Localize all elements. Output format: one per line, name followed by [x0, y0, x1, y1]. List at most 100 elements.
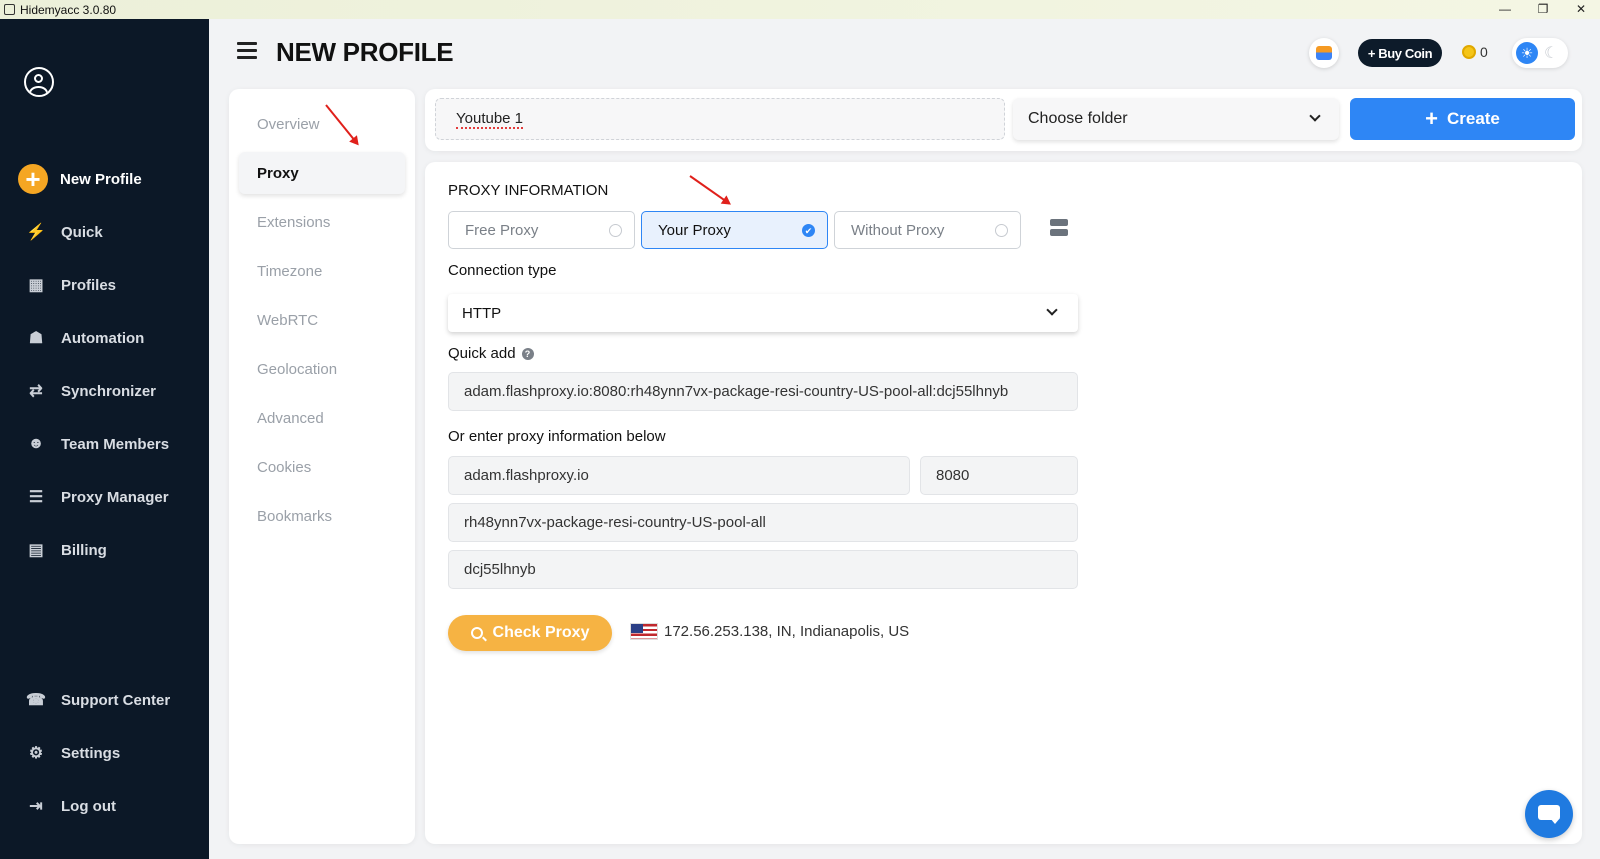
store-icon: [1316, 46, 1332, 60]
logout-icon: ⇥: [29, 798, 43, 815]
proxy-option-label: Your Proxy: [658, 221, 731, 239]
sidebar-item-label: Support Center: [61, 691, 171, 709]
sidebar: + New Profile ⚡ Quick ▦ Profiles ☗ Autom…: [0, 19, 209, 859]
close-button[interactable]: ✕: [1562, 0, 1600, 19]
sidebar-item-team-members[interactable]: ☻ Team Members: [0, 426, 209, 462]
search-icon: [470, 627, 483, 639]
sidebar-item-label: Settings: [61, 744, 121, 762]
proxy-option-without[interactable]: Without Proxy: [834, 211, 1021, 249]
tab-extensions[interactable]: Extensions: [239, 201, 405, 243]
proxy-check-result: 172.56.253.138, IN, Indianapolis, US: [630, 623, 909, 640]
radio-icon: [609, 224, 622, 237]
sidebar-item-label: Automation: [61, 329, 145, 347]
gear-icon: ⚙: [28, 745, 44, 762]
profile-name-value: Youtube 1: [456, 109, 524, 129]
profile-topbar: Youtube 1 Choose folder + Create: [425, 89, 1582, 151]
sidebar-item-log-out[interactable]: ⇥ Log out: [0, 788, 209, 824]
sidebar-item-quick[interactable]: ⚡ Quick: [0, 214, 209, 250]
sidebar-item-automation[interactable]: ☗ Automation: [0, 320, 209, 356]
connection-type-label: Connection type: [448, 262, 557, 279]
proxy-username-input[interactable]: rh48ynn7vx-package-resi-country-US-pool-…: [448, 503, 1078, 542]
proxy-option-free[interactable]: Free Proxy: [448, 211, 635, 249]
proxy-option-your[interactable]: Your Proxy ✔: [641, 211, 828, 249]
coin-balance: 0: [1462, 44, 1488, 60]
minimize-button[interactable]: —: [1486, 0, 1524, 19]
sidebar-item-synchronizer[interactable]: ⇄ Synchronizer: [0, 373, 209, 409]
sidebar-item-settings[interactable]: ⚙ Settings: [0, 735, 209, 771]
sidebar-item-profiles[interactable]: ▦ Profiles: [0, 267, 209, 303]
page-title: NEW PROFILE: [276, 37, 454, 67]
sidebar-item-label: Synchronizer: [61, 382, 157, 400]
tab-advanced[interactable]: Advanced: [239, 397, 405, 439]
quick-add-label-text: Quick add: [448, 345, 516, 362]
proxy-list-icon[interactable]: [1050, 219, 1068, 237]
plus-circle-icon: +: [18, 164, 48, 194]
connection-type-select[interactable]: HTTP: [448, 294, 1078, 332]
sync-icon: ⇄: [29, 383, 43, 400]
proxy-option-label: Without Proxy: [851, 221, 945, 239]
proxy-option-label: Free Proxy: [465, 221, 539, 239]
sidebar-item-label: Proxy Manager: [61, 488, 169, 506]
profile-name-input[interactable]: Youtube 1: [435, 98, 1005, 140]
hamburger-menu-icon[interactable]: [237, 42, 257, 60]
chat-support-button[interactable]: [1525, 790, 1573, 838]
tab-proxy[interactable]: Proxy: [239, 152, 405, 194]
folder-select[interactable]: Choose folder: [1013, 98, 1339, 140]
sidebar-item-label: Team Members: [61, 435, 170, 453]
moon-icon[interactable]: ☾: [1544, 43, 1558, 63]
tab-overview[interactable]: Overview: [239, 103, 405, 145]
user-avatar-icon[interactable]: [24, 67, 54, 97]
coin-icon: [1462, 45, 1476, 59]
help-icon[interactable]: ?: [521, 348, 534, 361]
section-title: PROXY INFORMATION: [448, 182, 609, 199]
chevron-down-icon: [1046, 304, 1058, 316]
manual-entry-label: Or enter proxy information below: [448, 428, 666, 445]
proxy-host-input[interactable]: adam.flashproxy.io: [448, 456, 910, 495]
plus-icon: +: [1425, 106, 1438, 131]
robot-icon: ☗: [28, 330, 44, 347]
sidebar-item-new-profile[interactable]: + New Profile: [0, 161, 209, 197]
proxy-port-input[interactable]: 8080: [920, 456, 1078, 495]
theme-toggle[interactable]: ☀ ☾: [1512, 38, 1568, 68]
maximize-button[interactable]: ❐: [1524, 0, 1562, 19]
window-title: Hidemyacc 3.0.80: [20, 2, 117, 17]
create-button-label: Create: [1446, 109, 1500, 128]
tab-webrtc[interactable]: WebRTC: [239, 299, 405, 341]
settings-tabs: Overview Proxy Extensions Timezone WebRT…: [229, 89, 415, 844]
sidebar-item-proxy-manager[interactable]: ☰ Proxy Manager: [0, 479, 209, 515]
sidebar-item-label: Billing: [61, 541, 107, 559]
billing-icon: ▤: [28, 542, 44, 559]
quick-add-input[interactable]: adam.flashproxy.io:8080:rh48ynn7vx-packa…: [448, 372, 1078, 411]
team-icon: ☻: [27, 435, 45, 452]
create-button[interactable]: + Create: [1350, 98, 1575, 140]
folder-select-label: Choose folder: [1028, 110, 1128, 127]
tab-timezone[interactable]: Timezone: [239, 250, 405, 292]
quick-add-label: Quick add?: [448, 345, 534, 362]
tab-geolocation[interactable]: Geolocation: [239, 348, 405, 390]
sidebar-item-label: Profiles: [61, 276, 117, 294]
proxy-password-input[interactable]: dcj55lhnyb: [448, 550, 1078, 589]
server-icon: ☰: [28, 489, 44, 506]
tab-bookmarks[interactable]: Bookmarks: [239, 495, 405, 537]
store-button[interactable]: [1309, 38, 1339, 68]
lightning-icon: ⚡: [26, 224, 46, 241]
proxy-panel: PROXY INFORMATION Free Proxy Your Proxy …: [425, 162, 1582, 844]
tab-cookies[interactable]: Cookies: [239, 446, 405, 488]
sidebar-item-billing[interactable]: ▤ Billing: [0, 532, 209, 568]
connection-type-value: HTTP: [462, 304, 502, 322]
sidebar-item-support-center[interactable]: ☎ Support Center: [0, 682, 209, 718]
chevron-down-icon: [1309, 110, 1321, 122]
sidebar-item-label: Quick: [61, 223, 103, 241]
sidebar-item-label: New Profile: [60, 170, 142, 188]
check-proxy-button[interactable]: Check Proxy: [448, 615, 612, 651]
proxy-result-text: 172.56.253.138, IN, Indianapolis, US: [664, 623, 910, 640]
app-icon: [4, 4, 15, 15]
us-flag-icon: [630, 623, 658, 640]
support-icon: ☎: [26, 692, 46, 709]
check-proxy-label: Check Proxy: [492, 624, 590, 641]
sun-icon[interactable]: ☀: [1516, 42, 1538, 64]
sidebar-item-label: Log out: [61, 797, 116, 815]
buy-coin-button[interactable]: + Buy Coin: [1358, 39, 1442, 67]
radio-icon: [995, 224, 1008, 237]
window-title-bar: Hidemyacc 3.0.80 — ❐ ✕: [0, 0, 1600, 19]
